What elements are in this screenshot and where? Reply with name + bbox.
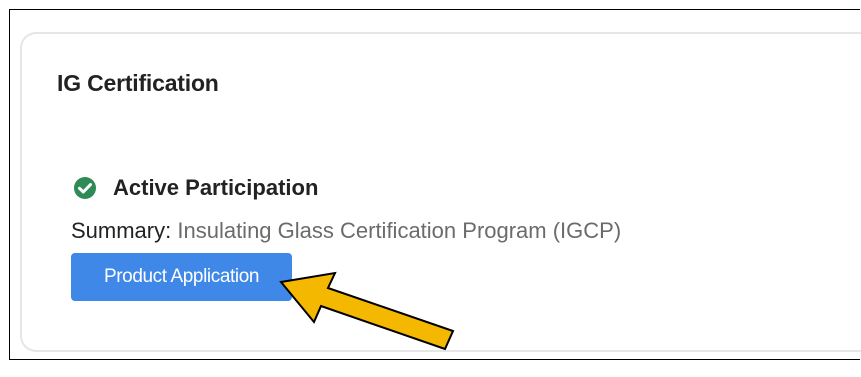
card-title: IG Certification: [57, 70, 219, 96]
product-application-button[interactable]: Product Application: [71, 253, 292, 301]
summary-label: Summary: [71, 218, 166, 243]
summary-separator: :: [165, 218, 178, 243]
status-label: Active Participation: [113, 175, 319, 200]
summary-value: Insulating Glass Certification Program (…: [177, 218, 622, 243]
summary-row: Summary: Insulating Glass Certification …: [71, 218, 621, 244]
participation-status: Active Participation: [73, 174, 318, 202]
check-circle-icon: [73, 176, 97, 200]
pointer-arrow-icon: [279, 271, 455, 351]
